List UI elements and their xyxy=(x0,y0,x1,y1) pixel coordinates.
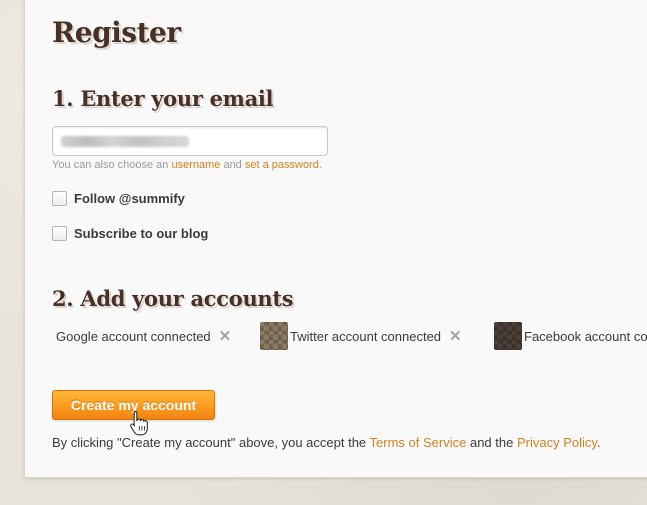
close-icon[interactable]: ✕ xyxy=(219,329,232,344)
terms-prefix: By clicking "Create my account" above, y… xyxy=(52,435,370,450)
email-hint: You can also choose an username and set … xyxy=(52,159,322,171)
follow-checkbox[interactable] xyxy=(52,190,67,206)
hand-cursor-icon xyxy=(130,410,148,436)
google-account: Google account connected ✕ xyxy=(56,322,231,350)
terms-suffix: . xyxy=(596,435,601,450)
privacy-policy-link[interactable]: Privacy Policy xyxy=(517,435,597,450)
google-account-label: Google account connected xyxy=(56,328,211,344)
close-icon[interactable]: ✕ xyxy=(449,329,462,344)
hint-suffix: . xyxy=(318,159,322,171)
step2-heading: 2. Add your accounts xyxy=(52,286,294,311)
follow-option[interactable]: Follow @summify xyxy=(52,189,185,207)
page-title: Register xyxy=(52,16,181,49)
twitter-account: Twitter account connected ✕ xyxy=(260,322,462,350)
terms-middle: and the xyxy=(466,435,517,450)
email-input[interactable]: ••••••@•••••.••• xyxy=(52,126,328,156)
subscribe-label: Subscribe to our blog xyxy=(74,225,209,241)
facebook-account-label: Facebook account co xyxy=(524,328,647,344)
follow-label: Follow @summify xyxy=(74,190,185,206)
hint-middle: and xyxy=(220,159,245,171)
facebook-account: Facebook account co xyxy=(494,322,647,350)
hint-prefix: You can also choose an xyxy=(52,159,172,171)
username-link[interactable]: username xyxy=(171,159,220,171)
subscribe-option[interactable]: Subscribe to our blog xyxy=(52,224,208,242)
avatar xyxy=(494,322,522,350)
step1-heading: 1. Enter your email xyxy=(52,86,274,111)
terms-of-service-link[interactable]: Terms of Service xyxy=(370,435,467,450)
connected-accounts: Google account connected ✕ Twitter accou… xyxy=(52,322,647,350)
email-value: ••••••@•••••.••• xyxy=(61,136,189,147)
set-password-link[interactable]: set a password xyxy=(245,159,319,171)
subscribe-checkbox[interactable] xyxy=(52,225,67,241)
terms-notice: By clicking "Create my account" above, y… xyxy=(52,435,601,450)
twitter-account-label: Twitter account connected xyxy=(290,328,442,344)
avatar xyxy=(260,322,288,350)
